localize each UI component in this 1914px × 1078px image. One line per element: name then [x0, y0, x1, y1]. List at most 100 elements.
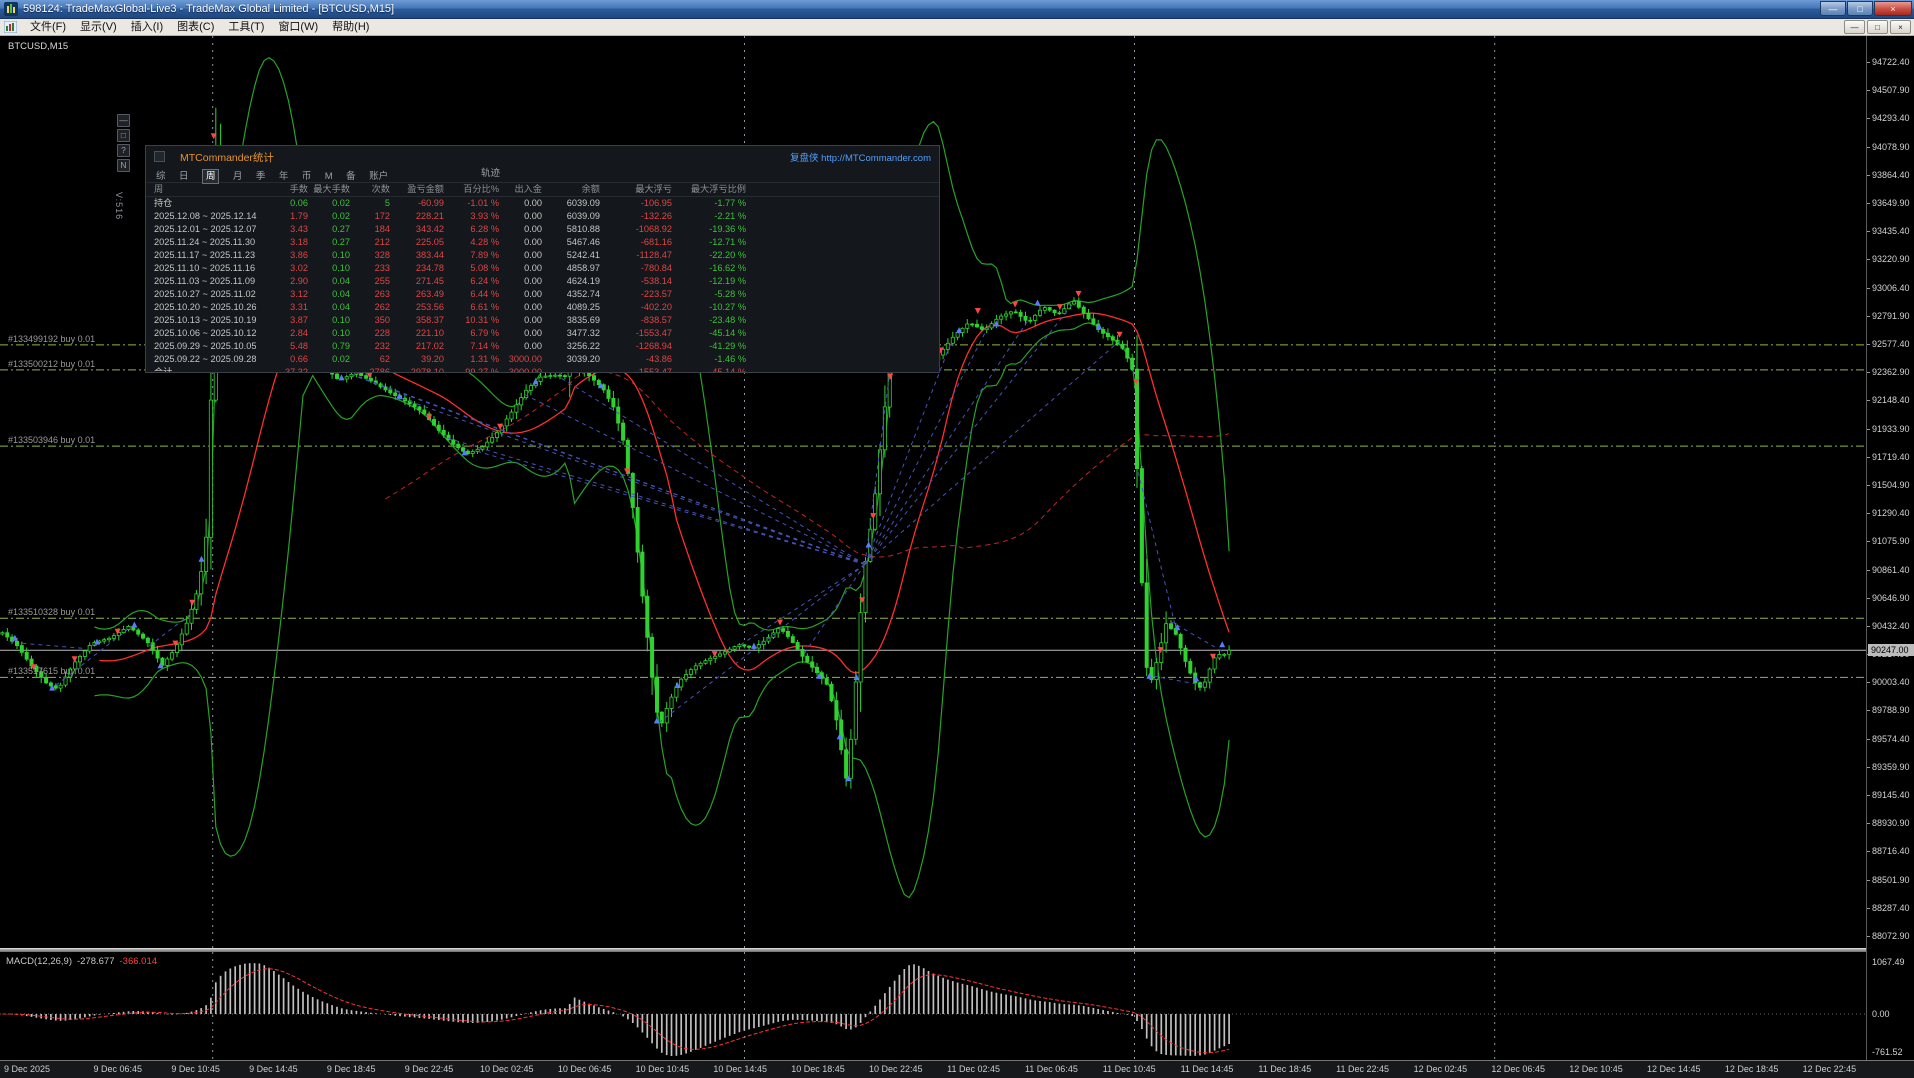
axis-tick — [1867, 710, 1870, 711]
time-axis-label: 9 Dec 10:45 — [171, 1064, 220, 1074]
stats-cell: -41.29 % — [674, 340, 746, 353]
stats-cell: -22.20 % — [674, 249, 746, 262]
stats-cell: -1068.92 — [600, 223, 672, 236]
panel-title-row[interactable]: MTCommander统计 复盘侠 http://MTCommander.com — [146, 146, 939, 166]
stats-row[interactable]: 2025.10.06 ~ 2025.10.122.840.10228221.10… — [146, 327, 939, 340]
mtc-stats-panel[interactable]: MTCommander统计 复盘侠 http://MTCommander.com… — [145, 145, 940, 373]
tab-zhanghu[interactable]: 账户 — [369, 171, 388, 182]
mdi-minimize-icon[interactable]: — — [1844, 20, 1865, 34]
stats-cell: -10.27 % — [674, 301, 746, 314]
price-axis-label: 88287.40 — [1872, 903, 1910, 913]
stats-row[interactable]: 2025.10.27 ~ 2025.11.023.120.04263263.49… — [146, 288, 939, 301]
menu-window[interactable]: 窗口(W) — [271, 19, 325, 36]
time-axis-label: 10 Dec 22:45 — [869, 1064, 923, 1074]
mdi-close-icon[interactable]: × — [1890, 20, 1911, 34]
tab-ji[interactable]: 季 — [256, 171, 266, 182]
axis-tick — [1867, 908, 1870, 909]
price-axis-label: 92577.40 — [1872, 339, 1910, 349]
axis-tick — [1867, 90, 1870, 91]
menu-view[interactable]: 显示(V) — [73, 19, 124, 36]
tab-bi[interactable]: 币 — [302, 171, 312, 182]
chart-area[interactable]: #133499192 buy 0.01#133500212 buy 0.01#1… — [0, 36, 1866, 948]
macd-axis-label: 1067.49 — [1872, 957, 1905, 967]
macd-panel[interactable]: MACD(12,26,9)-278.677-366.014 — [0, 952, 1866, 1060]
stats-row[interactable]: 2025.12.08 ~ 2025.12.141.790.02172228.21… — [146, 210, 939, 223]
price-axis-label: 91719.40 — [1872, 452, 1910, 462]
stats-row[interactable]: 2025.11.10 ~ 2025.11.163.020.10233234.78… — [146, 262, 939, 275]
menu-insert[interactable]: 插入(I) — [124, 19, 170, 36]
stats-cell: 3039.20 — [528, 353, 600, 366]
stats-cell: -19.36 % — [674, 223, 746, 236]
stats-header: 周手数最大手数次数盈亏金额百分比%出入金余额最大浮亏最大浮亏比例 — [146, 183, 939, 197]
time-axis[interactable]: 9 Dec 20259 Dec 06:459 Dec 10:459 Dec 14… — [0, 1060, 1914, 1078]
panel-n-icon[interactable]: N — [117, 159, 130, 172]
time-axis-label: 10 Dec 06:45 — [558, 1064, 612, 1074]
tab-zong[interactable]: 综 — [156, 171, 166, 182]
tab-guiji[interactable]: 轨迹 — [481, 166, 500, 182]
menu-tools[interactable]: 工具(T) — [221, 19, 271, 36]
stats-row[interactable]: 2025.11.24 ~ 2025.11.303.180.27212225.05… — [146, 236, 939, 249]
axis-tick — [1867, 626, 1870, 627]
price-axis-label: 92362.90 — [1872, 367, 1910, 377]
stats-cell: 4858.97 — [528, 262, 600, 275]
stats-cell: 6039.09 — [528, 210, 600, 223]
mdi-restore-icon[interactable]: □ — [1867, 20, 1888, 34]
tab-bei[interactable]: 备 — [346, 171, 356, 182]
menu-charts[interactable]: 图表(C) — [170, 19, 221, 36]
title-bar[interactable]: 598124: TradeMaxGlobal-Live3 - TradeMax … — [0, 0, 1914, 19]
stats-cell: 5810.88 — [528, 223, 600, 236]
price-axis[interactable]: 94722.4094507.9094293.4094078.9093864.40… — [1866, 36, 1914, 1060]
time-axis-label: 10 Dec 10:45 — [636, 1064, 690, 1074]
axis-tick — [1867, 598, 1870, 599]
price-axis-label: 94293.40 — [1872, 113, 1910, 123]
tab-m[interactable]: M — [325, 171, 333, 182]
mdi-window-controls: — □ × — [1842, 20, 1911, 34]
axis-tick — [1867, 344, 1870, 345]
panel-help-icon[interactable]: ? — [117, 144, 130, 157]
stats-row[interactable]: 持仓0.060.025-60.99-1.01 %0.006039.09-106.… — [146, 197, 939, 210]
panel-window-icon[interactable]: □ — [117, 129, 130, 142]
menu-file[interactable]: 文件(F) — [23, 19, 73, 36]
close-icon[interactable]: × — [1874, 1, 1912, 16]
current-price-tag: 90247.00 — [1868, 644, 1914, 656]
panel-brand-link[interactable]: 复盘侠 http://MTCommander.com — [790, 150, 931, 164]
axis-tick — [1867, 513, 1870, 514]
time-axis-label: 11 Dec 22:45 — [1336, 1064, 1389, 1074]
time-axis-label: 9 Dec 2025 — [4, 1064, 50, 1074]
menu-help[interactable]: 帮助(H) — [325, 19, 376, 36]
tab-yue[interactable]: 月 — [233, 171, 243, 182]
panel-corner-icon[interactable] — [154, 151, 165, 162]
stats-row[interactable]: 2025.11.17 ~ 2025.11.233.860.10328383.44… — [146, 249, 939, 262]
tab-zhou[interactable]: 周 — [202, 169, 220, 184]
minimize-icon[interactable]: — — [1820, 1, 1846, 16]
tab-ri[interactable]: 日 — [179, 171, 189, 182]
stats-cell: -132.26 — [600, 210, 672, 223]
stats-cell: -1268.94 — [600, 340, 672, 353]
stats-cell: 4089.25 — [528, 301, 600, 314]
stats-row[interactable]: 2025.10.20 ~ 2025.10.263.310.04262253.56… — [146, 301, 939, 314]
stats-cell: -45.14 % — [674, 366, 746, 373]
panel-collapse-icon[interactable]: — — [117, 114, 130, 127]
price-axis-label: 90432.40 — [1872, 621, 1910, 631]
stats-row[interactable]: 合计37.3227862978.1099.27 %3000.00-1553.47… — [146, 366, 939, 373]
stats-row[interactable]: 2025.09.22 ~ 2025.09.280.660.026239.201.… — [146, 353, 939, 366]
stats-cell: 37.32 — [236, 366, 308, 373]
axis-tick — [1867, 541, 1870, 542]
stats-cell: -106.95 — [600, 197, 672, 210]
stats-row[interactable]: 2025.09.29 ~ 2025.10.055.480.79232217.02… — [146, 340, 939, 353]
time-axis-label: 10 Dec 14:45 — [713, 1064, 767, 1074]
maximize-icon[interactable]: □ — [1847, 1, 1873, 16]
time-axis-label: 11 Dec 14:45 — [1181, 1064, 1234, 1074]
stats-row[interactable]: 2025.11.03 ~ 2025.11.092.900.04255271.45… — [146, 275, 939, 288]
stats-row[interactable]: 2025.12.01 ~ 2025.12.073.430.27184343.42… — [146, 223, 939, 236]
time-axis-label: 12 Dec 06:45 — [1491, 1064, 1545, 1074]
axis-tick — [1867, 400, 1870, 401]
price-axis-label: 94507.90 — [1872, 85, 1910, 95]
axis-tick — [1867, 682, 1870, 683]
price-axis-label: 93649.90 — [1872, 198, 1910, 208]
stats-row[interactable]: 2025.10.13 ~ 2025.10.193.870.10350358.37… — [146, 314, 939, 327]
ea-panel-buttons: — □ ? N — [117, 114, 130, 174]
tab-nian[interactable]: 年 — [279, 171, 289, 182]
price-axis-label: 91933.90 — [1872, 424, 1910, 434]
stats-cell: -16.62 % — [674, 262, 746, 275]
